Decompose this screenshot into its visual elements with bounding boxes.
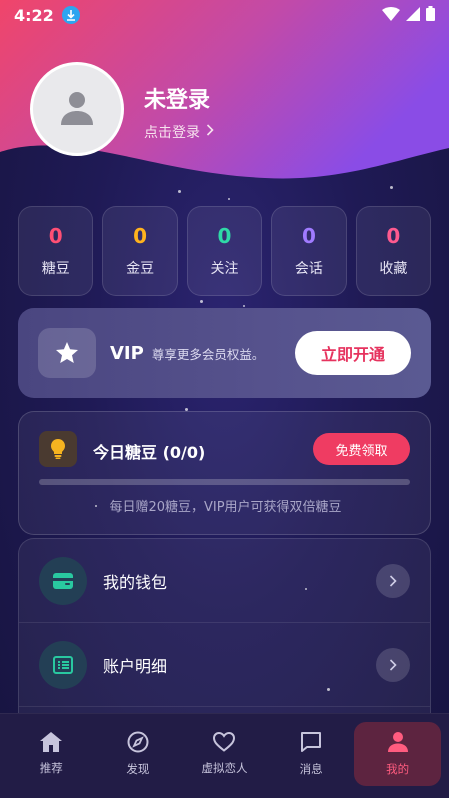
free-claim-button[interactable]: 免费领取 (313, 433, 410, 465)
tab-label: 消息 (299, 762, 323, 776)
heart-icon (213, 731, 236, 755)
user-placeholder-icon (57, 87, 97, 131)
stat-candy[interactable]: 0 糖豆 (18, 206, 94, 296)
stat-value: 0 (133, 224, 148, 248)
menu-item-account-details[interactable]: 账户明细 (19, 623, 430, 707)
daily-candy-title: 今日糖豆 (0/0) (93, 443, 206, 462)
tab-discover[interactable]: 发现 (95, 722, 182, 786)
stat-label: 收藏 (379, 261, 408, 277)
stat-value: 0 (301, 224, 316, 248)
stat-label: 关注 (210, 261, 239, 277)
home-icon (40, 732, 63, 755)
vip-card: VIP 尊享更多会员权益。 立即开通 (18, 308, 431, 398)
compass-icon (127, 731, 149, 756)
stats-row: 0 糖豆 0 金豆 0 关注 0 会话 0 收藏 (18, 206, 432, 296)
login-link-label: 点击登录 (144, 125, 200, 141)
stat-conversations[interactable]: 0 会话 (271, 206, 347, 296)
username: 未登录 (144, 88, 211, 113)
battery-icon (426, 5, 435, 25)
login-link[interactable]: 点击登录 (144, 122, 214, 142)
status-time: 4:22 (14, 5, 54, 25)
menu-item-label: 账户明细 (103, 656, 168, 676)
tab-label: 推荐 (39, 761, 63, 775)
stat-value: 0 (386, 224, 401, 248)
daily-candy-note: 每日赠20糖豆，VIP用户可获得双倍糖豆 (109, 500, 342, 515)
star-decoration (243, 305, 245, 307)
tab-messages[interactable]: 消息 (268, 722, 355, 786)
stat-favorites[interactable]: 0 收藏 (355, 206, 432, 296)
wifi-icon (382, 6, 400, 25)
stat-label: 会话 (294, 261, 323, 277)
daily-candy-card: 今日糖豆 (0/0) 免费领取 每日赠20糖豆，VIP用户可获得双倍糖豆 (18, 411, 431, 535)
stat-label: 金豆 (126, 261, 155, 277)
stat-label: 糖豆 (41, 261, 70, 277)
chevron-right-icon (376, 563, 410, 598)
signal-icon (406, 6, 420, 25)
tab-label: 虚拟恋人 (201, 761, 248, 775)
lightbulb-icon (39, 431, 77, 467)
star-decoration (200, 300, 203, 303)
menu-item-label: 我的钱包 (103, 572, 168, 592)
wallet-icon (39, 556, 87, 605)
list-icon (39, 640, 87, 689)
download-icon (61, 6, 80, 24)
tab-mine[interactable]: 我的 (354, 722, 441, 786)
avatar[interactable] (30, 62, 124, 156)
tab-recommend[interactable]: 推荐 (8, 722, 95, 786)
stat-value: 0 (48, 224, 63, 248)
tab-virtual-lover[interactable]: 虚拟恋人 (181, 722, 268, 786)
vip-description: 尊享更多会员权益。 (151, 346, 265, 362)
tab-label: 发现 (126, 762, 150, 776)
message-icon (300, 731, 322, 756)
star-icon (38, 328, 96, 378)
status-bar: 4:22 (0, 0, 449, 30)
person-icon (387, 731, 409, 756)
vip-open-button[interactable]: 立即开通 (295, 331, 411, 375)
chevron-right-icon (206, 124, 214, 140)
vip-title: VIP (110, 342, 144, 364)
tab-label: 我的 (386, 762, 410, 776)
menu-card: 我的钱包 账户明细 (18, 538, 431, 738)
stat-following[interactable]: 0 关注 (186, 206, 263, 296)
bottom-tab-bar: 推荐 发现 虚拟恋人 消息 我的 (0, 713, 449, 798)
menu-item-wallet[interactable]: 我的钱包 (19, 539, 430, 623)
stat-value: 0 (217, 224, 232, 248)
stat-gold[interactable]: 0 金豆 (102, 206, 178, 296)
candy-progress-bar (39, 479, 410, 485)
chevron-right-icon (376, 647, 410, 682)
